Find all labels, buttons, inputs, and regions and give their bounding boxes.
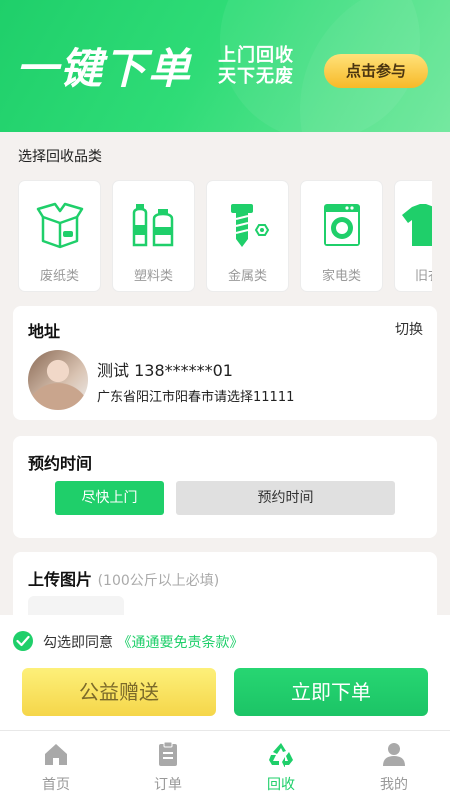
category-label: 塑料类 [133, 269, 173, 284]
clipboard-icon [159, 741, 177, 766]
check-icon [16, 635, 30, 647]
appointment-card: 预约时间 尽快上门 预约时间 [13, 436, 437, 538]
join-button[interactable]: 点击参与 [324, 54, 428, 88]
shirt-icon [402, 204, 432, 246]
home-icon [45, 744, 67, 765]
category-item-metal[interactable]: 金属类 [206, 180, 289, 292]
tab-label: 我的 [380, 777, 408, 793]
washing-machine-icon [323, 204, 360, 246]
category-item-plastic[interactable]: 塑料类 [112, 180, 195, 292]
tab-home[interactable]: 首页 [0, 731, 112, 800]
tab-label: 首页 [42, 777, 70, 793]
avatar [28, 350, 88, 410]
recycle-icon [269, 743, 293, 767]
contact-name-phone: 测试 138******01 [97, 361, 233, 380]
banner-title: 一键下单 [16, 44, 193, 93]
address-detail: 广东省阳江市阳春市请选择11111 [97, 390, 295, 405]
bottom-action-panel: 勾选即同意 《通通要免责条款》 公益赠送 立即下单 [0, 615, 450, 730]
category-label: 家电类 [321, 269, 361, 284]
user-icon [383, 743, 405, 766]
category-label: 废纸类 [39, 269, 79, 284]
category-item-paper[interactable]: 废纸类 [18, 180, 101, 292]
tab-profile[interactable]: 我的 [338, 731, 450, 800]
switch-address-link[interactable]: 切换 [395, 319, 423, 339]
appointment-heading: 预约时间 [28, 454, 93, 473]
bottom-tab-bar: 首页 订单 回收 我的 [0, 730, 450, 800]
agreement-text: 勾选即同意 《通通要免责条款》 [43, 632, 243, 652]
tab-label: 回收 [267, 777, 295, 793]
agreement-label: 勾选即同意 [43, 635, 113, 651]
tab-orders[interactable]: 订单 [112, 731, 224, 800]
address-card[interactable]: 地址 切换 测试 138******01 广东省阳江市阳春市请选择11111 [13, 306, 437, 420]
tab-label: 订单 [154, 777, 182, 793]
banner-subtitle: 上门回收 天下无废 [218, 45, 294, 87]
agreement-checkbox[interactable] [13, 631, 33, 651]
box-icon [36, 202, 83, 249]
category-label: 金属类 [227, 269, 267, 284]
address-heading: 地址 [28, 322, 61, 341]
category-item-clothes[interactable]: 旧衣 [394, 180, 432, 292]
bottles-icon [132, 204, 173, 247]
tab-recycle[interactable]: 回收 [225, 731, 337, 800]
category-label: 旧衣 [415, 269, 432, 284]
screw-nut-icon [230, 204, 269, 247]
upload-title: 上传图片 [28, 570, 93, 589]
order-now-button[interactable]: 立即下单 [234, 668, 428, 716]
asap-option-button[interactable]: 尽快上门 [55, 481, 164, 515]
schedule-time-button[interactable]: 预约时间 [176, 481, 395, 515]
upload-hint: (100公斤以上必填) [97, 573, 220, 589]
category-list[interactable]: 废纸类 塑料类 金属类 家电类 旧 [18, 180, 432, 292]
upload-heading: 上传图片 (100公斤以上必填) [28, 566, 219, 590]
banner-subtitle-line2: 天下无废 [218, 66, 294, 87]
category-section-title: 选择回收品类 [18, 149, 102, 165]
donate-button[interactable]: 公益赠送 [22, 668, 216, 716]
promo-banner[interactable]: 一键下单 上门回收 天下无废 点击参与 [0, 0, 450, 132]
category-item-appliance[interactable]: 家电类 [300, 180, 383, 292]
banner-subtitle-line1: 上门回收 [218, 45, 294, 66]
terms-link[interactable]: 《通通要免责条款》 [117, 635, 243, 651]
